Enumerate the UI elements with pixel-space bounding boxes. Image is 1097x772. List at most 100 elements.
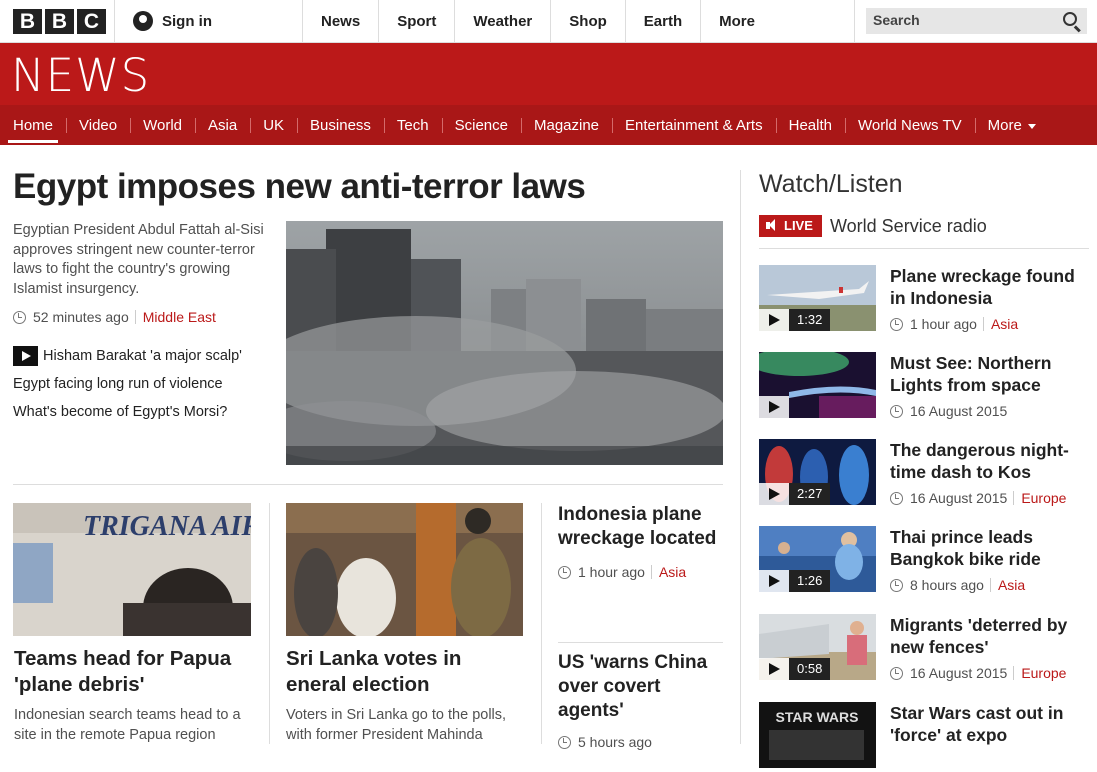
card-title-sri-lanka[interactable]: Sri Lanka votes in eneral election — [286, 646, 526, 698]
bbc-logo[interactable]: B B C — [13, 9, 106, 34]
video-item[interactable]: 1:32 Plane wreckage found in Indonesia 1… — [759, 265, 1089, 335]
sign-in-link[interactable]: Sign in — [133, 11, 212, 31]
section-asia[interactable]: Asia — [199, 105, 252, 145]
section-more[interactable]: More — [979, 105, 1045, 145]
user-icon — [133, 11, 153, 31]
live-badge[interactable]: LIVE — [759, 215, 822, 237]
sign-in-label: Sign in — [162, 12, 212, 30]
play-icon[interactable] — [759, 309, 789, 331]
lead-headline[interactable]: Egypt imposes new anti-terror laws — [13, 167, 586, 207]
divider — [854, 0, 855, 43]
video-title[interactable]: Thai prince leads Bangkok bike ride — [890, 526, 1080, 570]
clock-icon — [890, 404, 903, 418]
related-link-2[interactable]: Egypt facing long run of violence — [13, 376, 223, 392]
related-link-3[interactable]: What's become of Egypt's Morsi? — [13, 404, 227, 420]
divider — [759, 248, 1089, 249]
play-icon[interactable] — [759, 396, 789, 418]
video-thumbnail[interactable]: 2:27 — [759, 439, 876, 505]
video-thumbnail[interactable]: 0:58 — [759, 614, 876, 680]
video-duration: 2:27 — [789, 483, 831, 505]
nav-news[interactable]: News — [302, 0, 378, 43]
card-image-sri-lanka[interactable] — [286, 503, 523, 636]
clock-icon — [890, 491, 903, 505]
logo-letter-b2: B — [45, 9, 74, 34]
section-world-news-tv[interactable]: World News TV — [849, 105, 976, 145]
region-link[interactable]: Europe — [1013, 666, 1066, 680]
world-service-radio-link[interactable]: World Service radio — [830, 216, 987, 237]
card-title-us-china[interactable]: US 'warns China over covert agents' — [558, 651, 728, 723]
nav-sport[interactable]: Sport — [378, 0, 454, 43]
video-title[interactable]: Migrants 'deterred by new fences' — [890, 614, 1080, 658]
section-uk[interactable]: UK — [254, 105, 298, 145]
play-icon — [13, 346, 38, 366]
nav-weather[interactable]: Weather — [454, 0, 550, 43]
news-logo[interactable]: NEWS — [11, 49, 150, 102]
clock-icon — [558, 565, 571, 579]
clock-icon — [890, 578, 903, 592]
section-business[interactable]: Business — [301, 105, 385, 145]
section-tech[interactable]: Tech — [388, 105, 443, 145]
clock-icon — [890, 666, 903, 680]
video-thumbnail[interactable]: 1:32 — [759, 265, 876, 331]
logo-letter-c: C — [77, 9, 106, 34]
video-title[interactable]: Star Wars cast out in 'force' at expo — [890, 702, 1080, 746]
video-duration: 1:26 — [789, 570, 831, 592]
clock-icon — [13, 310, 26, 324]
play-icon[interactable] — [759, 570, 789, 592]
card-meta-us-china: 5 hours ago — [558, 734, 652, 750]
card-title-indonesia[interactable]: Indonesia plane wreckage located — [558, 503, 728, 551]
global-nav: News Sport Weather Shop Earth More — [302, 0, 922, 43]
nav-earth[interactable]: Earth — [624, 0, 700, 43]
video-item[interactable]: 1:26 Thai prince leads Bangkok bike ride… — [759, 526, 1089, 596]
video-meta: 8 hours ago Asia — [890, 577, 1025, 593]
divider — [269, 503, 270, 744]
section-entertainment[interactable]: Entertainment & Arts — [616, 105, 777, 145]
related-link-1[interactable]: Hisham Barakat 'a major scalp' — [13, 346, 242, 366]
section-health[interactable]: Health — [780, 105, 847, 145]
search-placeholder: Search — [873, 12, 920, 28]
lead-region-link[interactable]: Middle East — [134, 310, 216, 324]
region-link[interactable]: Asia — [650, 565, 686, 579]
card-image-text: TRIGANA AIR — [83, 511, 251, 542]
video-meta: 16 August 2015 — [890, 403, 1007, 419]
divider — [558, 642, 723, 643]
card-image-papua[interactable]: TRIGANA AIR — [13, 503, 251, 636]
video-item[interactable]: 0:58 Migrants 'deterred by new fences' 1… — [759, 614, 1089, 684]
card-summary-papua: Indonesian search teams head to a site i… — [14, 707, 241, 743]
divider — [114, 0, 115, 43]
region-link[interactable]: Asia — [982, 317, 1018, 331]
speaker-icon — [766, 219, 775, 231]
video-item[interactable]: 2:27 The dangerous night-time dash to Ko… — [759, 439, 1089, 509]
play-icon[interactable] — [759, 483, 789, 505]
section-magazine[interactable]: Magazine — [525, 105, 614, 145]
nav-shop[interactable]: Shop — [550, 0, 625, 43]
region-link[interactable]: Europe — [1013, 491, 1066, 505]
news-header: NEWS — [0, 43, 1097, 105]
lead-image[interactable] — [286, 221, 723, 465]
video-thumbnail[interactable]: 1:26 — [759, 526, 876, 592]
video-duration: 1:32 — [789, 309, 831, 331]
section-home[interactable]: Home — [4, 105, 68, 145]
region-link[interactable]: Asia — [989, 578, 1025, 592]
lead-summary: Egyptian President Abdul Fattah al-Sisi … — [13, 222, 264, 297]
clock-icon — [890, 317, 903, 331]
section-nav: Home Video World Asia UK Business Tech S… — [0, 105, 1097, 145]
section-world[interactable]: World — [134, 105, 196, 145]
video-title[interactable]: Must See: Northern Lights from space — [890, 352, 1080, 396]
section-video[interactable]: Video — [70, 105, 132, 145]
card-summary-sri-lanka: Voters in Sri Lanka go to the polls, wit… — [286, 707, 507, 743]
video-title[interactable]: The dangerous night-time dash to Kos — [890, 439, 1080, 483]
video-thumbnail[interactable] — [759, 352, 876, 418]
play-icon[interactable] — [759, 658, 789, 680]
chevron-down-icon — [1027, 123, 1036, 129]
section-science[interactable]: Science — [446, 105, 523, 145]
clock-icon — [558, 735, 571, 749]
divider — [740, 170, 741, 744]
video-thumbnail[interactable]: STAR WARS — [759, 702, 876, 768]
search-icon[interactable] — [1063, 12, 1077, 26]
search-input[interactable]: Search — [866, 8, 1087, 34]
video-title[interactable]: Plane wreckage found in Indonesia — [890, 265, 1080, 309]
video-item[interactable]: STAR WARS Star Wars cast out in 'force' … — [759, 702, 1089, 772]
video-item[interactable]: Must See: Northern Lights from space 16 … — [759, 352, 1089, 422]
card-title-papua[interactable]: Teams head for Papua 'plane debris' — [14, 646, 254, 698]
